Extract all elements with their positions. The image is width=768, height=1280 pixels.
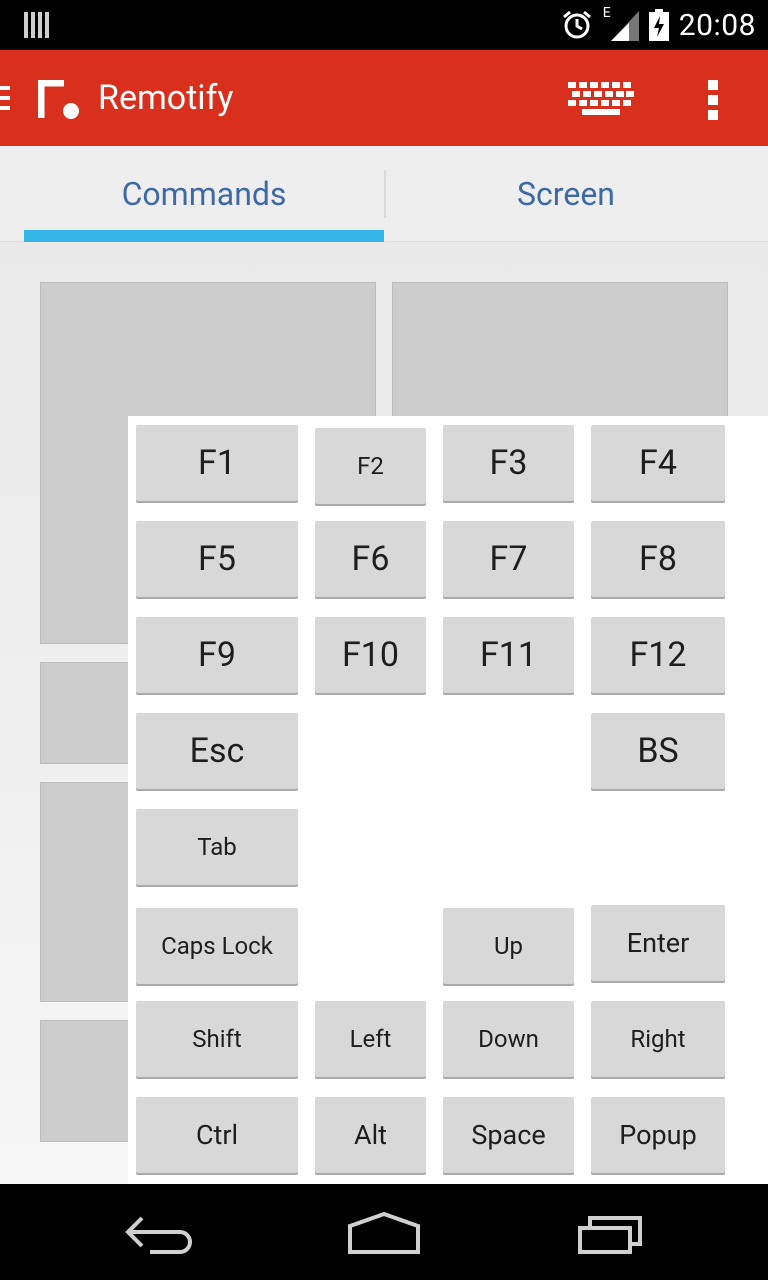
- key-f7[interactable]: F7: [443, 521, 574, 597]
- key-popup[interactable]: Popup: [591, 1097, 725, 1173]
- tab-bar: Commands Screen: [0, 146, 768, 242]
- key-f11[interactable]: F11: [443, 617, 574, 693]
- key-f8[interactable]: F8: [591, 521, 725, 597]
- key-f6[interactable]: F6: [315, 521, 426, 597]
- key-f12[interactable]: F12: [591, 617, 725, 693]
- key-caps-lock[interactable]: Caps Lock: [136, 908, 298, 984]
- key-space[interactable]: Space: [443, 1097, 574, 1173]
- key-ctrl[interactable]: Ctrl: [136, 1097, 298, 1173]
- key-f9[interactable]: F9: [136, 617, 298, 693]
- home-icon[interactable]: [334, 1208, 434, 1256]
- key-f3[interactable]: F3: [443, 425, 574, 501]
- tab-screen[interactable]: Screen: [386, 146, 746, 242]
- key-shift[interactable]: Shift: [136, 1001, 298, 1077]
- key-tab[interactable]: Tab: [136, 809, 298, 885]
- notification-bars-icon: [24, 12, 49, 38]
- remotify-logo[interactable]: [38, 80, 80, 120]
- tab-selection-indicator: [24, 230, 384, 242]
- keyboard-popup: F1 F2 F3 F4 F5 F6 F7 F8 F9 F10 F11 F12 E…: [128, 416, 768, 1184]
- command-tile[interactable]: [40, 662, 140, 764]
- app-title: Remotify: [98, 78, 234, 118]
- key-f2[interactable]: F2: [315, 428, 426, 504]
- status-bar: E 20:08: [0, 0, 768, 50]
- key-backspace[interactable]: BS: [591, 713, 725, 789]
- key-down[interactable]: Down: [443, 1001, 574, 1077]
- recent-apps-icon[interactable]: [560, 1208, 660, 1256]
- key-esc[interactable]: Esc: [136, 713, 298, 789]
- battery-icon: [648, 9, 669, 41]
- key-right[interactable]: Right: [591, 1001, 725, 1077]
- key-enter[interactable]: Enter: [591, 905, 725, 981]
- key-f4[interactable]: F4: [591, 425, 725, 501]
- signal-icon: E: [603, 5, 639, 41]
- key-f1[interactable]: F1: [136, 425, 298, 501]
- key-f10[interactable]: F10: [315, 617, 426, 693]
- command-tile[interactable]: [40, 782, 140, 1002]
- back-icon[interactable]: [110, 1208, 210, 1256]
- drawer-icon[interactable]: [0, 86, 10, 112]
- key-left[interactable]: Left: [315, 1001, 426, 1077]
- overflow-menu-icon[interactable]: [706, 80, 720, 120]
- tab-commands[interactable]: Commands: [24, 146, 384, 242]
- key-f5[interactable]: F5: [136, 521, 298, 597]
- command-tile[interactable]: [40, 1020, 140, 1142]
- key-up[interactable]: Up: [443, 908, 574, 984]
- app-bar: Remotify: [0, 50, 768, 146]
- alarm-icon: [562, 10, 591, 39]
- navigation-bar: [0, 1184, 768, 1280]
- clock-time: 20:08: [678, 7, 756, 43]
- key-alt[interactable]: Alt: [315, 1097, 426, 1173]
- keyboard-icon[interactable]: [568, 82, 634, 116]
